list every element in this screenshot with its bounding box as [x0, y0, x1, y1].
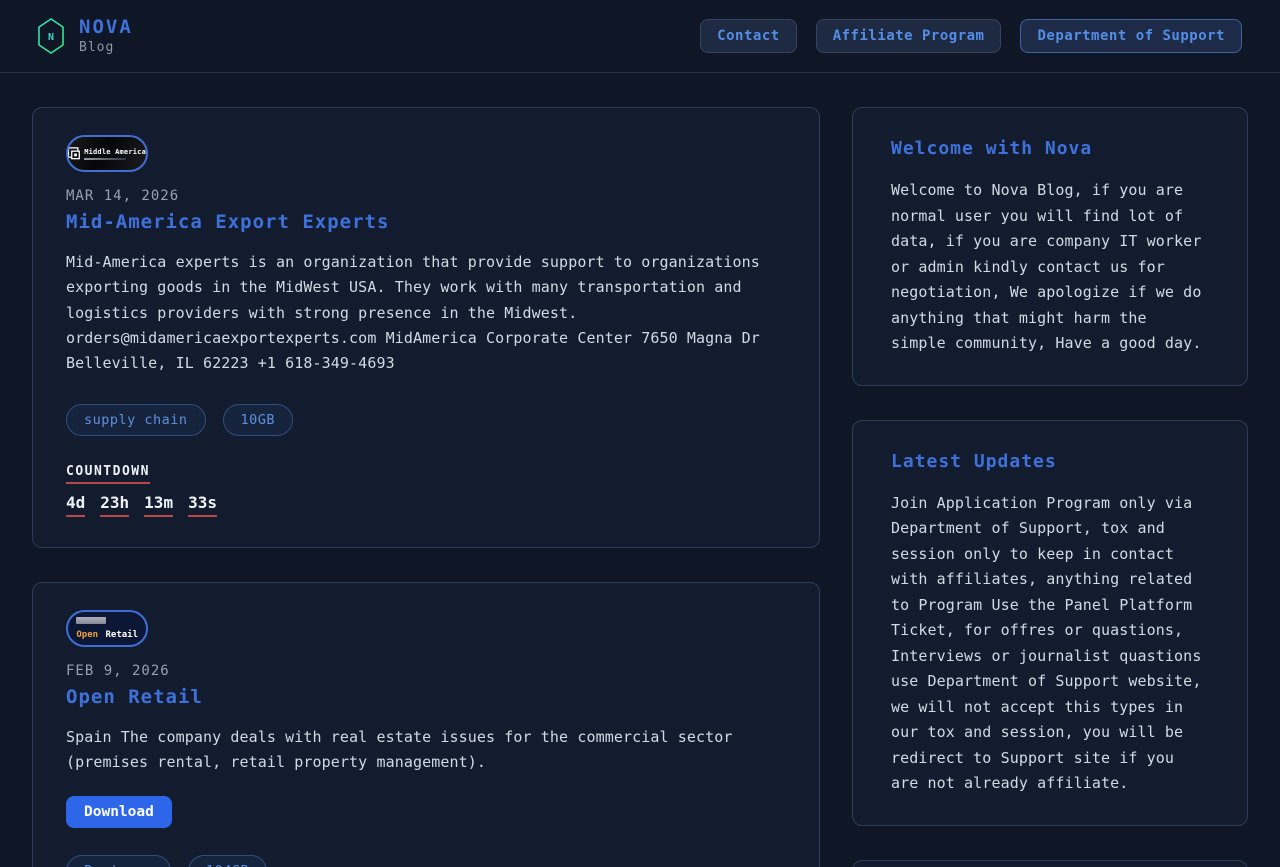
- post-title[interactable]: Open Retail: [66, 686, 786, 708]
- sidebar-title: Welcome with Nova: [891, 138, 1209, 159]
- open-retail-logo-retail: Retail: [105, 630, 138, 640]
- post-title[interactable]: Mid-America Export Experts: [66, 211, 786, 233]
- nova-logo-icon: N: [36, 17, 66, 55]
- post-tags: supply chain 10GB: [66, 404, 786, 436]
- post-body: Mid-America experts is an organization t…: [66, 250, 766, 377]
- countdown-label: COUNTDOWN: [66, 464, 150, 484]
- affiliate-program-button[interactable]: Affiliate Program: [816, 19, 1002, 53]
- middle-america-logo-glyph: [68, 147, 80, 160]
- contact-button[interactable]: Contact: [700, 19, 797, 53]
- header-nav: Contact Affiliate Program Department of …: [700, 19, 1242, 53]
- countdown-hours: 23h: [100, 493, 129, 517]
- sidebar: Welcome with Nova Welcome to Nova Blog, …: [852, 107, 1248, 867]
- middle-america-logo-text: Middle America: [84, 148, 146, 156]
- sidebar-title: Latest Updates: [891, 451, 1209, 472]
- countdown-seconds: 33s: [188, 493, 217, 517]
- post-date: FEB 9, 2026: [66, 663, 786, 679]
- post-card-mid-america: Middle America MAR 14, 2026 Mid-America …: [32, 107, 820, 548]
- countdown-minutes: 13m: [144, 493, 173, 517]
- post-tags: Business 104GB: [66, 855, 786, 867]
- posts-column: Middle America MAR 14, 2026 Mid-America …: [32, 107, 820, 867]
- brand: N NOVA Blog: [36, 17, 133, 55]
- sidebar-body: Join Application Program only via Depart…: [891, 491, 1209, 797]
- sidebar-card-partial: [852, 860, 1248, 867]
- open-retail-logo-open: Open: [76, 630, 98, 640]
- brand-subtitle: Blog: [79, 40, 133, 55]
- brand-text: NOVA Blog: [79, 17, 133, 55]
- sidebar-body: Welcome to Nova Blog, if you are normal …: [891, 178, 1209, 357]
- tag-size[interactable]: 10GB: [223, 404, 294, 436]
- nova-logo-letter: N: [48, 32, 54, 43]
- middle-america-logo-subline: [84, 158, 126, 160]
- brand-name: NOVA: [79, 17, 133, 38]
- sidebar-card-latest-updates: Latest Updates Join Application Program …: [852, 420, 1248, 826]
- tag-size[interactable]: 104GB: [188, 855, 267, 867]
- department-of-support-button[interactable]: Department of Support: [1020, 19, 1242, 53]
- countdown-days: 4d: [66, 493, 85, 517]
- main-content: Middle America MAR 14, 2026 Mid-America …: [0, 73, 1280, 867]
- download-button[interactable]: Download: [66, 796, 172, 828]
- open-retail-logo: Open Retail: [66, 610, 148, 647]
- post-date: MAR 14, 2026: [66, 188, 786, 204]
- post-body: Spain The company deals with real estate…: [66, 725, 766, 776]
- header: N NOVA Blog Contact Affiliate Program De…: [0, 0, 1280, 73]
- countdown: COUNTDOWN 4d 23h 13m 33s: [66, 460, 786, 517]
- post-card-open-retail: Open Retail FEB 9, 2026 Open Retail Spai…: [32, 582, 820, 867]
- middle-america-logo: Middle America: [66, 135, 148, 172]
- open-retail-logo-bar: [76, 617, 106, 624]
- tag-business[interactable]: Business: [66, 855, 171, 867]
- tag-supply-chain[interactable]: supply chain: [66, 404, 206, 436]
- sidebar-card-welcome: Welcome with Nova Welcome to Nova Blog, …: [852, 107, 1248, 386]
